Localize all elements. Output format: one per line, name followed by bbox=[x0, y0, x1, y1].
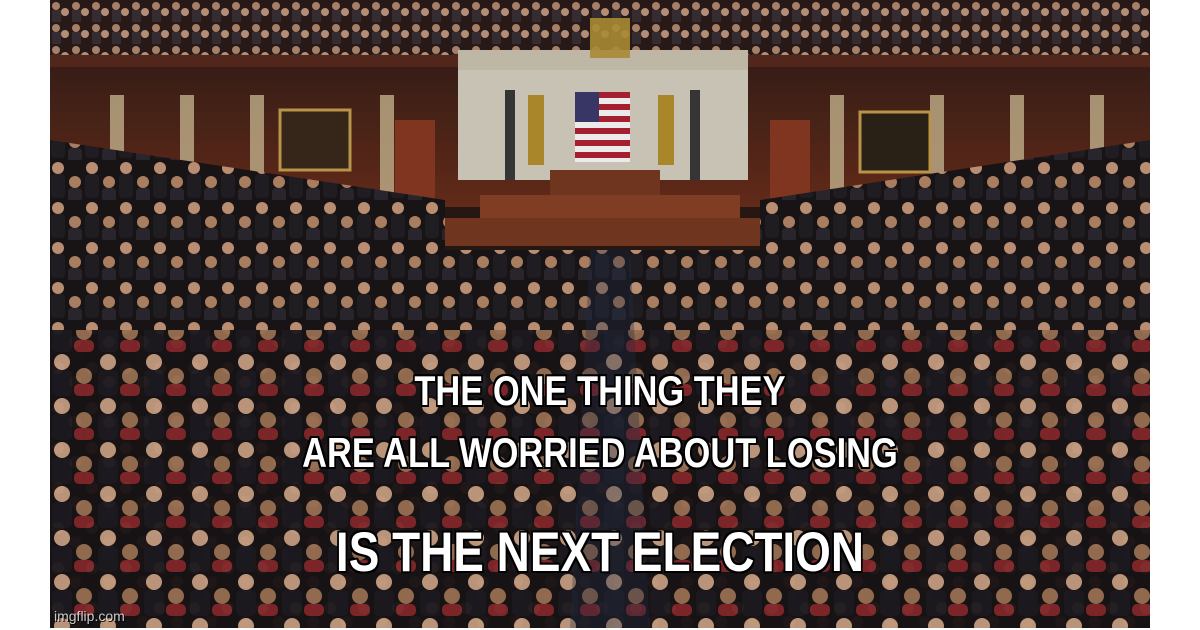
caption-top-line-1: THE ONE THING THEY bbox=[414, 367, 786, 414]
caption-top-line-2: ARE ALL WORRIED ABOUT LOSING bbox=[302, 429, 898, 476]
meme-image: THE ONE THING THEY ARE ALL WORRIED ABOUT… bbox=[50, 0, 1150, 628]
imgflip-watermark: imgflip.com bbox=[54, 608, 125, 624]
caption-bottom: IS THE NEXT ELECTION bbox=[335, 520, 865, 583]
